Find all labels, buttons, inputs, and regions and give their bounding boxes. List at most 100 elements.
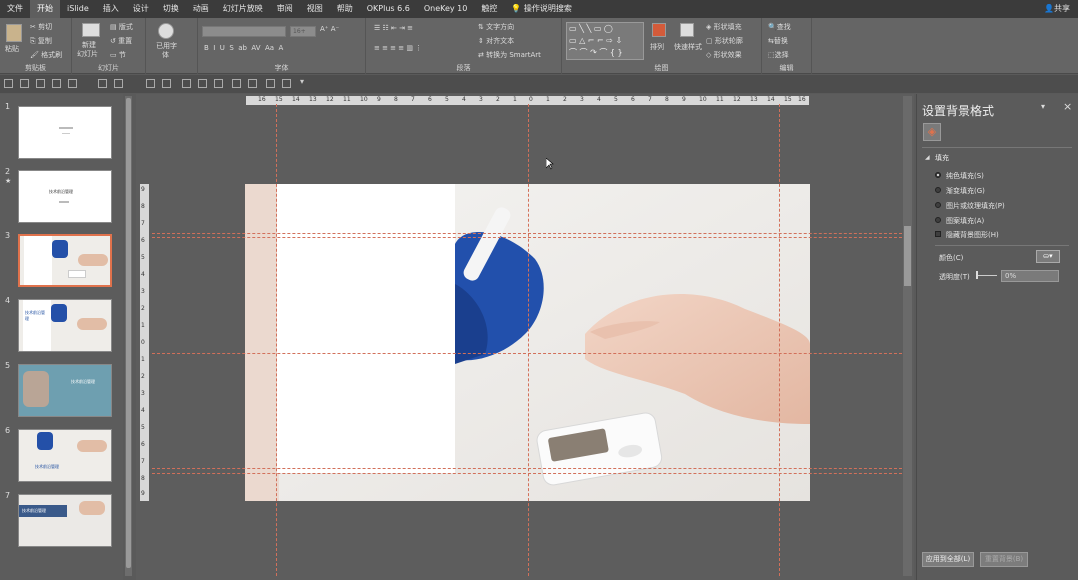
layout-button[interactable]: ▤ 版式 bbox=[110, 22, 133, 32]
menu-insert[interactable]: 插入 bbox=[96, 0, 126, 18]
guide-line[interactable] bbox=[152, 473, 902, 474]
thumbnail-7[interactable]: 技术前沿管理 bbox=[18, 494, 112, 547]
qat-icon-14[interactable] bbox=[248, 79, 257, 88]
menu-help[interactable]: 帮助 bbox=[330, 0, 360, 18]
hide-bg-label[interactable]: 隐藏背景图形(H) bbox=[946, 230, 999, 240]
reset-background-button[interactable]: 重置背景(B) bbox=[980, 552, 1028, 567]
guide-line[interactable] bbox=[528, 104, 529, 576]
thumbnail-6[interactable]: 技术前沿管理 bbox=[18, 429, 112, 482]
shape-fill-button[interactable]: ◈ 形状填充 bbox=[706, 22, 742, 32]
guide-line[interactable] bbox=[152, 237, 902, 238]
color-picker-button[interactable]: ⛀▾ bbox=[1036, 250, 1060, 263]
grow-font-icon[interactable]: A⁺ A⁻ bbox=[320, 25, 339, 33]
quick-styles-icon[interactable] bbox=[680, 23, 694, 37]
menu-okplus[interactable]: OKPlus 6.6 bbox=[360, 0, 417, 18]
qat-icon-6[interactable] bbox=[98, 79, 107, 88]
fill-section-header[interactable]: 填充 bbox=[935, 153, 949, 163]
thumbnail-5[interactable]: 技术前沿管理 bbox=[18, 364, 112, 417]
menu-touch[interactable]: 触控 bbox=[474, 0, 504, 18]
editor-scrollbar[interactable] bbox=[903, 96, 912, 576]
smartart-button[interactable]: ⇄ 转换为 SmartArt bbox=[478, 50, 541, 60]
section-button[interactable]: ▭ 节 bbox=[110, 50, 126, 60]
menu-file[interactable]: 文件 bbox=[0, 0, 30, 18]
qat-icon-11[interactable] bbox=[198, 79, 207, 88]
font-format-buttons[interactable]: B I U S ab AV Aa A bbox=[204, 44, 283, 52]
qat-icon-13[interactable] bbox=[232, 79, 241, 88]
panel-options-icon[interactable]: ▾ bbox=[1041, 102, 1045, 111]
fill-bucket-icon[interactable]: ◈ bbox=[923, 123, 941, 141]
copy-button[interactable]: ⎘ 复制 bbox=[30, 36, 52, 46]
gradient-fill-label[interactable]: 渐变填充(G) bbox=[946, 186, 985, 196]
hide-bg-checkbox[interactable] bbox=[935, 231, 941, 237]
solid-fill-label[interactable]: 纯色填充(S) bbox=[946, 171, 984, 181]
font-size-field[interactable]: 16+ bbox=[290, 26, 316, 37]
reset-button[interactable]: ↺ 重置 bbox=[110, 36, 132, 46]
menu-onekey[interactable]: OneKey 10 bbox=[417, 0, 475, 18]
thumbnail-4[interactable]: 技术前沿管理 bbox=[18, 299, 112, 352]
cut-button[interactable]: ✂ 剪切 bbox=[30, 22, 52, 32]
picture-fill-label[interactable]: 图片或纹理填充(P) bbox=[946, 201, 1005, 211]
qat-icon-9[interactable] bbox=[162, 79, 171, 88]
collapse-icon[interactable]: ◢ bbox=[925, 154, 930, 161]
font-name-field[interactable] bbox=[202, 26, 286, 37]
thumbnail-1[interactable] bbox=[18, 106, 112, 159]
guide-line[interactable] bbox=[779, 104, 780, 576]
menu-animations[interactable]: 动画 bbox=[186, 0, 216, 18]
arrange-icon[interactable] bbox=[652, 23, 666, 37]
thumbnail-scrollbar[interactable] bbox=[125, 96, 132, 576]
menu-slideshow[interactable]: 幻灯片放映 bbox=[216, 0, 270, 18]
text-direction-button[interactable]: ⇅ 文字方向 bbox=[478, 22, 514, 32]
guide-line[interactable] bbox=[152, 468, 902, 469]
radio-pattern-fill[interactable] bbox=[935, 217, 941, 223]
paste-button[interactable]: 粘贴 bbox=[5, 44, 19, 54]
qat-icon-16[interactable] bbox=[282, 79, 291, 88]
menu-review[interactable]: 审阅 bbox=[270, 0, 300, 18]
qat-icon-1[interactable] bbox=[4, 79, 13, 88]
qat-icon-10[interactable] bbox=[182, 79, 191, 88]
radio-solid-fill[interactable] bbox=[935, 172, 941, 178]
thumbnail-3[interactable] bbox=[18, 234, 112, 287]
qat-more-icon[interactable]: ▾ bbox=[300, 77, 309, 86]
new-slide-icon[interactable] bbox=[82, 23, 100, 37]
close-icon[interactable]: × bbox=[1063, 100, 1072, 113]
apply-to-all-button[interactable]: 应用到全部(L) bbox=[922, 552, 974, 567]
qat-icon-12[interactable] bbox=[214, 79, 223, 88]
radio-picture-fill[interactable] bbox=[935, 202, 941, 208]
pattern-fill-label[interactable]: 图案填充(A) bbox=[946, 216, 984, 226]
guide-line[interactable] bbox=[152, 233, 902, 234]
menu-home[interactable]: 开始 bbox=[30, 0, 60, 18]
transparency-slider[interactable] bbox=[977, 275, 997, 276]
font-icon[interactable] bbox=[158, 23, 174, 39]
align-text-button[interactable]: ⇕ 对齐文本 bbox=[478, 36, 514, 46]
replace-button[interactable]: ⇆替换 bbox=[768, 36, 788, 46]
menu-view[interactable]: 视图 bbox=[300, 0, 330, 18]
share-button[interactable]: 👤共享 bbox=[1044, 0, 1070, 18]
menu-transitions[interactable]: 切换 bbox=[156, 0, 186, 18]
qat-icon-3[interactable] bbox=[36, 79, 45, 88]
menu-islide[interactable]: iSlide bbox=[60, 0, 96, 18]
select-button[interactable]: ⬚选择 bbox=[768, 50, 789, 60]
menu-design[interactable]: 设计 bbox=[126, 0, 156, 18]
align-buttons[interactable]: ≡ ≡ ≡ ≡ ▥ ⋮ bbox=[374, 44, 422, 52]
qat-icon-15[interactable] bbox=[266, 79, 275, 88]
find-button[interactable]: 🔍查找 bbox=[768, 22, 791, 32]
qat-icon-2[interactable] bbox=[20, 79, 29, 88]
white-panel[interactable] bbox=[277, 184, 455, 473]
shapes-gallery[interactable]: ▭ ╲ ╲ ▭ ◯ ▭ △ ⌐ ⌐ ⇨ ⇩ ⌒ ⌒ ↷ ⌒ { } bbox=[566, 22, 644, 60]
radio-gradient-fill[interactable] bbox=[935, 187, 941, 193]
slider-thumb[interactable] bbox=[976, 271, 978, 279]
list-buttons[interactable]: ☰ ☷ ⇤ ⇥ ≡ bbox=[374, 24, 413, 32]
guide-line[interactable] bbox=[276, 104, 277, 576]
search-help[interactable]: 💡 操作说明搜索 bbox=[504, 0, 579, 18]
shape-outline-button[interactable]: ▢ 形状轮廓 bbox=[706, 36, 743, 46]
redo-icon[interactable] bbox=[68, 79, 77, 88]
arrange-button[interactable]: 排列 bbox=[650, 42, 664, 52]
transparency-input[interactable]: 0% bbox=[1001, 270, 1059, 282]
thumbnail-2[interactable]: 技术前沿管理 bbox=[18, 170, 112, 223]
format-painter-button[interactable]: 🖌 格式刷 bbox=[30, 50, 62, 60]
undo-icon[interactable] bbox=[52, 79, 61, 88]
shape-effects-button[interactable]: ◇ 形状效果 bbox=[706, 50, 742, 60]
qat-icon-7[interactable] bbox=[114, 79, 123, 88]
qat-icon-8[interactable] bbox=[146, 79, 155, 88]
paste-icon[interactable] bbox=[6, 24, 22, 42]
